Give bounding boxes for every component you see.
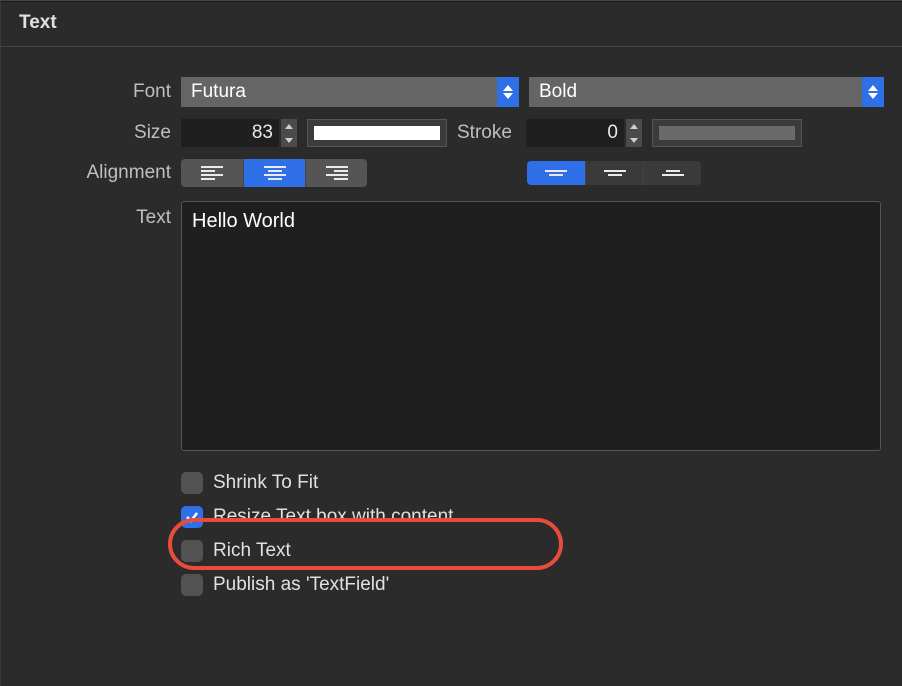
stroke-stepper[interactable]	[626, 119, 642, 147]
stroke-color-value	[659, 126, 795, 140]
stroke-label: Stroke	[457, 122, 516, 144]
chevron-down-icon	[281, 133, 297, 147]
resize-with-content-row[interactable]: Resize Text box with content	[181, 506, 884, 528]
chevron-up-icon	[626, 119, 642, 133]
size-stepper[interactable]	[281, 119, 297, 147]
align-right-icon	[326, 166, 348, 180]
panel-body: Font Futura Bold	[1, 46, 902, 618]
updown-arrows-icon	[862, 77, 884, 107]
valign-middle-button[interactable]	[585, 161, 643, 185]
updown-arrows-icon	[497, 77, 519, 107]
chevron-down-icon	[626, 133, 642, 147]
panel-title: Text	[1, 1, 902, 46]
font-weight-select[interactable]: Bold	[529, 77, 884, 107]
stroke-input[interactable]	[526, 119, 624, 147]
v-align-group	[527, 161, 701, 185]
publish-textfield-row[interactable]: Publish as 'TextField'	[181, 574, 884, 596]
stroke-color-swatch[interactable]	[652, 119, 802, 147]
rich-text-row[interactable]: Rich Text	[181, 540, 884, 562]
stroke-field-group	[526, 119, 642, 147]
rich-text-label: Rich Text	[213, 540, 291, 562]
text-row: Text	[1, 201, 884, 456]
align-left-icon	[201, 166, 223, 180]
size-field-group	[181, 119, 297, 147]
resize-with-content-label: Resize Text box with content	[213, 506, 453, 528]
size-input[interactable]	[181, 119, 279, 147]
publish-textfield-label: Publish as 'TextField'	[213, 574, 389, 596]
chevron-up-icon	[281, 119, 297, 133]
align-right-button[interactable]	[305, 159, 367, 187]
text-content-input[interactable]	[181, 201, 881, 451]
valign-top-button[interactable]	[527, 161, 585, 185]
size-label: Size	[1, 122, 181, 144]
text-panel: Text Font Futura Bold	[0, 0, 902, 686]
alignment-row: Alignment	[1, 159, 884, 187]
rich-text-checkbox[interactable]	[181, 540, 203, 562]
fill-color-swatch[interactable]	[307, 119, 447, 147]
checkbox-group: Shrink To Fit Resize Text box with conte…	[181, 472, 884, 596]
shrink-to-fit-checkbox[interactable]	[181, 472, 203, 494]
alignment-label: Alignment	[1, 162, 181, 184]
text-label: Text	[1, 201, 181, 229]
font-family-select[interactable]: Futura	[181, 77, 519, 107]
font-row: Font Futura Bold	[1, 77, 884, 107]
valign-top-icon	[545, 170, 567, 176]
font-weight-value: Bold	[529, 81, 587, 103]
valign-middle-icon	[604, 170, 626, 176]
align-center-icon	[264, 166, 286, 180]
fill-color-value	[314, 126, 440, 140]
font-label: Font	[1, 81, 181, 103]
shrink-to-fit-label: Shrink To Fit	[213, 472, 318, 494]
h-align-group	[181, 159, 367, 187]
resize-with-content-checkbox[interactable]	[181, 506, 203, 528]
align-left-button[interactable]	[181, 159, 243, 187]
align-center-button[interactable]	[243, 159, 305, 187]
publish-textfield-checkbox[interactable]	[181, 574, 203, 596]
valign-bottom-icon	[662, 170, 684, 176]
shrink-to-fit-row[interactable]: Shrink To Fit	[181, 472, 884, 494]
size-stroke-row: Size Stroke	[1, 119, 884, 147]
valign-bottom-button[interactable]	[643, 161, 701, 185]
font-family-value: Futura	[181, 81, 256, 103]
